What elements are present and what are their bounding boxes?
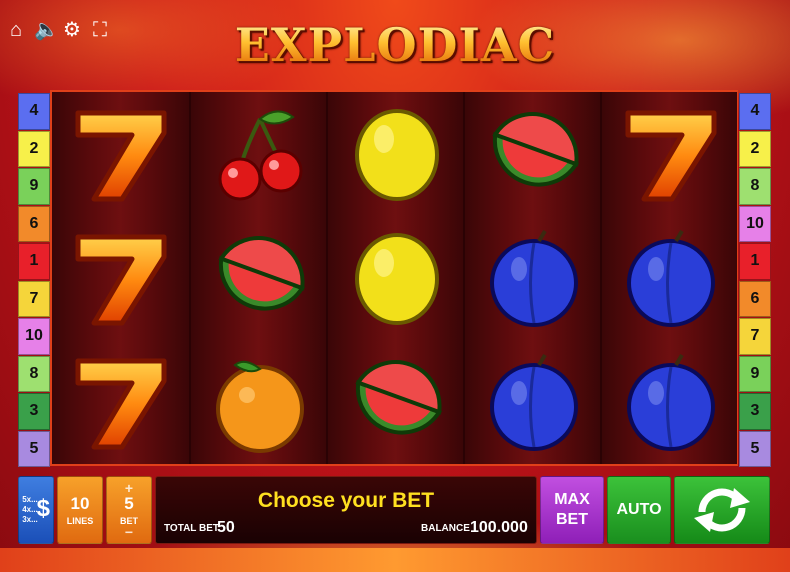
bet-button[interactable]: + 5 BET − [106, 476, 152, 544]
bet-minus-icon[interactable]: − [125, 525, 133, 539]
reel-5 [600, 92, 737, 464]
balance-value: 100.000 [470, 519, 528, 536]
payline-marker[interactable]: 9 [18, 168, 50, 205]
paytable-rows: 5x... 4x... 3x... [22, 495, 38, 524]
spin-arrows-icon [694, 488, 750, 532]
plum-icon [626, 353, 715, 451]
payline-marker[interactable]: 7 [18, 280, 50, 317]
payline-marker[interactable]: 3 [18, 393, 50, 430]
payline-marker[interactable]: 4 [739, 93, 771, 130]
reel-2 [189, 92, 326, 464]
reel-4 [463, 92, 600, 464]
lemon-symbol [328, 216, 465, 340]
plum-symbol [465, 340, 602, 464]
seven-symbol [602, 92, 739, 216]
lemon-icon [354, 109, 439, 201]
lemon-icon [354, 233, 439, 325]
paylines-right: 4 2 8 10 1 6 7 9 3 5 [739, 93, 771, 467]
seven-symbol [52, 92, 189, 216]
seven-icon [75, 234, 166, 326]
seven-symbol [52, 340, 189, 464]
orange-icon [215, 360, 304, 453]
payline-marker[interactable]: 3 [739, 393, 771, 430]
payline-marker[interactable]: 9 [739, 355, 771, 392]
watermelon-symbol [328, 340, 465, 464]
reel-area [50, 90, 738, 466]
status-message: Choose your BET [257, 489, 435, 512]
bottom-flame-strip [0, 548, 790, 572]
dollar-icon: $ [36, 495, 50, 522]
watermelon-icon [491, 112, 579, 187]
payline-marker[interactable]: 6 [739, 280, 771, 317]
lines-value: 10 [70, 494, 90, 513]
seven-symbol [52, 216, 189, 340]
seven-icon [625, 110, 716, 202]
game-title: EXPLODIAC [0, 18, 790, 72]
payline-marker[interactable]: 1 [739, 243, 771, 280]
lines-button[interactable]: 10 LINES [57, 476, 103, 544]
reel-1 [52, 92, 189, 464]
seven-icon [75, 110, 166, 202]
control-bar: 5x... 4x... 3x... $ 10 LINES + 5 BET − C… [18, 476, 770, 546]
paylines-left: 4 2 9 6 1 7 10 8 3 5 [18, 93, 50, 467]
watermelon-icon [217, 236, 305, 311]
payline-marker[interactable]: 4 [18, 93, 50, 130]
plum-symbol [465, 216, 602, 340]
lemon-symbol [328, 92, 465, 216]
payline-marker[interactable]: 5 [739, 430, 771, 467]
balance-label: BALANCE [421, 523, 470, 534]
total-bet-value: 50 [217, 519, 235, 536]
bet-value: 5 [124, 494, 134, 513]
total-bet-label: TOTAL BET [164, 523, 219, 534]
max-bet-button[interactable]: MAX BET [540, 476, 604, 544]
payline-marker[interactable]: 7 [739, 318, 771, 355]
cherry-icon [218, 110, 302, 201]
payline-marker[interactable]: 1 [18, 243, 50, 280]
lines-label: LINES [66, 516, 94, 526]
plum-symbol [602, 340, 739, 464]
watermelon-icon [354, 360, 442, 435]
seven-icon [75, 358, 166, 450]
payline-marker[interactable]: 2 [18, 130, 50, 167]
watermelon-symbol [465, 92, 602, 216]
plum-icon [489, 353, 578, 451]
autoplay-button[interactable]: AUTO [607, 476, 671, 544]
message-panel: Choose your BET TOTAL BET 50 BALANCE 100… [155, 476, 537, 544]
payline-marker[interactable]: 6 [18, 205, 50, 242]
cherry-symbol [191, 92, 328, 216]
watermelon-symbol [191, 216, 328, 340]
payline-marker[interactable]: 8 [739, 168, 771, 205]
plum-icon [626, 229, 715, 327]
bet-plus-icon[interactable]: + [125, 481, 133, 495]
plum-icon [489, 229, 578, 327]
spin-button[interactable] [674, 476, 770, 544]
payline-marker[interactable]: 10 [18, 318, 50, 355]
reel-3 [326, 92, 463, 464]
plum-symbol [602, 216, 739, 340]
payline-marker[interactable]: 10 [739, 205, 771, 242]
payline-marker[interactable]: 2 [739, 130, 771, 167]
paytable-button[interactable]: 5x... 4x... 3x... $ [18, 476, 54, 544]
payline-marker[interactable]: 8 [18, 355, 50, 392]
orange-symbol [191, 340, 328, 464]
payline-marker[interactable]: 5 [18, 430, 50, 467]
